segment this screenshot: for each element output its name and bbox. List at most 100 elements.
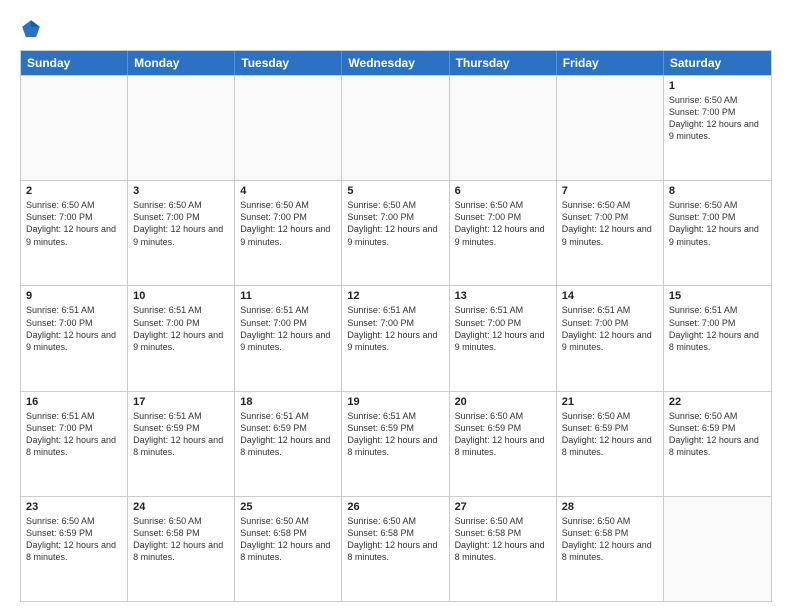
header-day-tuesday: Tuesday: [235, 51, 342, 75]
calendar-row-2: 2 Sunrise: 6:50 AM Sunset: 7:00 PM Daylig…: [21, 180, 771, 285]
cell-info: Sunrise: 6:50 AM Sunset: 6:58 PM Dayligh…: [240, 515, 336, 564]
header-day-saturday: Saturday: [664, 51, 771, 75]
table-row: 25 Sunrise: 6:50 AM Sunset: 6:58 PM Dayli…: [235, 497, 342, 601]
day-number: 28: [562, 501, 658, 513]
day-number: 22: [669, 396, 766, 408]
cell-info: Sunrise: 6:50 AM Sunset: 7:00 PM Dayligh…: [669, 199, 766, 248]
calendar-header: SundayMondayTuesdayWednesdayThursdayFrid…: [21, 51, 771, 75]
header-day-thursday: Thursday: [450, 51, 557, 75]
day-number: 15: [669, 290, 766, 302]
day-number: 2: [26, 185, 122, 197]
day-number: 16: [26, 396, 122, 408]
day-number: 5: [347, 185, 443, 197]
cell-info: Sunrise: 6:50 AM Sunset: 6:59 PM Dayligh…: [669, 410, 766, 459]
cell-info: Sunrise: 6:51 AM Sunset: 6:59 PM Dayligh…: [240, 410, 336, 459]
table-row: 2 Sunrise: 6:50 AM Sunset: 7:00 PM Daylig…: [21, 181, 128, 285]
cell-info: Sunrise: 6:50 AM Sunset: 6:59 PM Dayligh…: [26, 515, 122, 564]
calendar-body: 1 Sunrise: 6:50 AM Sunset: 7:00 PM Daylig…: [21, 75, 771, 601]
header-day-wednesday: Wednesday: [342, 51, 449, 75]
table-row: 26 Sunrise: 6:50 AM Sunset: 6:58 PM Dayli…: [342, 497, 449, 601]
header-day-monday: Monday: [128, 51, 235, 75]
table-row: 14 Sunrise: 6:51 AM Sunset: 7:00 PM Dayli…: [557, 286, 664, 390]
day-number: 24: [133, 501, 229, 513]
table-row: 7 Sunrise: 6:50 AM Sunset: 7:00 PM Daylig…: [557, 181, 664, 285]
table-row: 27 Sunrise: 6:50 AM Sunset: 6:58 PM Dayli…: [450, 497, 557, 601]
table-row: [450, 76, 557, 180]
table-row: 17 Sunrise: 6:51 AM Sunset: 6:59 PM Dayli…: [128, 392, 235, 496]
day-number: 11: [240, 290, 336, 302]
table-row: [235, 76, 342, 180]
cell-info: Sunrise: 6:50 AM Sunset: 7:00 PM Dayligh…: [26, 199, 122, 248]
table-row: 8 Sunrise: 6:50 AM Sunset: 7:00 PM Daylig…: [664, 181, 771, 285]
calendar-row-4: 16 Sunrise: 6:51 AM Sunset: 7:00 PM Dayli…: [21, 391, 771, 496]
table-row: [342, 76, 449, 180]
day-number: 8: [669, 185, 766, 197]
cell-info: Sunrise: 6:50 AM Sunset: 6:59 PM Dayligh…: [455, 410, 551, 459]
day-number: 12: [347, 290, 443, 302]
table-row: 10 Sunrise: 6:51 AM Sunset: 7:00 PM Dayli…: [128, 286, 235, 390]
table-row: 15 Sunrise: 6:51 AM Sunset: 7:00 PM Dayli…: [664, 286, 771, 390]
day-number: 13: [455, 290, 551, 302]
day-number: 17: [133, 396, 229, 408]
cell-info: Sunrise: 6:50 AM Sunset: 6:58 PM Dayligh…: [455, 515, 551, 564]
cell-info: Sunrise: 6:51 AM Sunset: 7:00 PM Dayligh…: [133, 304, 229, 353]
day-number: 10: [133, 290, 229, 302]
table-row: 21Sunrise: 6:50 AM Sunset: 6:59 PM Dayli…: [557, 392, 664, 496]
table-row: [128, 76, 235, 180]
table-row: 16 Sunrise: 6:51 AM Sunset: 7:00 PM Dayli…: [21, 392, 128, 496]
cell-info: Sunrise: 6:50 AM Sunset: 7:00 PM Dayligh…: [133, 199, 229, 248]
table-row: 11 Sunrise: 6:51 AM Sunset: 7:00 PM Dayli…: [235, 286, 342, 390]
cell-info: Sunrise: 6:50 AM Sunset: 7:00 PM Dayligh…: [669, 94, 766, 143]
table-row: 4 Sunrise: 6:50 AM Sunset: 7:00 PM Daylig…: [235, 181, 342, 285]
table-row: 12 Sunrise: 6:51 AM Sunset: 7:00 PM Dayli…: [342, 286, 449, 390]
table-row: [557, 76, 664, 180]
cell-info: Sunrise: 6:50 AM Sunset: 7:00 PM Dayligh…: [455, 199, 551, 248]
table-row: 28 Sunrise: 6:50 AM Sunset: 6:58 PM Dayli…: [557, 497, 664, 601]
table-row: [21, 76, 128, 180]
day-number: 4: [240, 185, 336, 197]
table-row: 3Sunrise: 6:50 AM Sunset: 7:00 PM Daylig…: [128, 181, 235, 285]
calendar-row-3: 9 Sunrise: 6:51 AM Sunset: 7:00 PM Daylig…: [21, 285, 771, 390]
table-row: 9Sunrise: 6:51 AM Sunset: 7:00 PM Daylig…: [21, 286, 128, 390]
cell-info: Sunrise: 6:51 AM Sunset: 6:59 PM Dayligh…: [347, 410, 443, 459]
cell-info: Sunrise: 6:51 AM Sunset: 7:00 PM Dayligh…: [240, 304, 336, 353]
header-day-friday: Friday: [557, 51, 664, 75]
day-number: 14: [562, 290, 658, 302]
table-row: 19 Sunrise: 6:51 AM Sunset: 6:59 PM Dayli…: [342, 392, 449, 496]
day-number: 6: [455, 185, 551, 197]
day-number: 23: [26, 501, 122, 513]
calendar-row-5: 23 Sunrise: 6:50 AM Sunset: 6:59 PM Dayli…: [21, 496, 771, 601]
day-number: 26: [347, 501, 443, 513]
day-number: 20: [455, 396, 551, 408]
table-row: 6 Sunrise: 6:50 AM Sunset: 7:00 PM Daylig…: [450, 181, 557, 285]
day-number: 1: [669, 80, 766, 92]
day-number: 21: [562, 396, 658, 408]
day-number: 9: [26, 290, 122, 302]
day-number: 19: [347, 396, 443, 408]
calendar: SundayMondayTuesdayWednesdayThursdayFrid…: [20, 50, 772, 602]
cell-info: Sunrise: 6:50 AM Sunset: 7:00 PM Dayligh…: [562, 199, 658, 248]
logo-icon: [20, 18, 42, 40]
table-row: 18Sunrise: 6:51 AM Sunset: 6:59 PM Dayli…: [235, 392, 342, 496]
calendar-row-1: 1 Sunrise: 6:50 AM Sunset: 7:00 PM Daylig…: [21, 75, 771, 180]
cell-info: Sunrise: 6:51 AM Sunset: 7:00 PM Dayligh…: [347, 304, 443, 353]
day-number: 27: [455, 501, 551, 513]
day-number: 7: [562, 185, 658, 197]
logo: [20, 18, 46, 40]
cell-info: Sunrise: 6:51 AM Sunset: 7:00 PM Dayligh…: [562, 304, 658, 353]
cell-info: Sunrise: 6:51 AM Sunset: 6:59 PM Dayligh…: [133, 410, 229, 459]
header: [20, 18, 772, 40]
cell-info: Sunrise: 6:50 AM Sunset: 7:00 PM Dayligh…: [240, 199, 336, 248]
header-day-sunday: Sunday: [21, 51, 128, 75]
cell-info: Sunrise: 6:50 AM Sunset: 7:00 PM Dayligh…: [347, 199, 443, 248]
table-row: 23 Sunrise: 6:50 AM Sunset: 6:59 PM Dayli…: [21, 497, 128, 601]
table-row: 1 Sunrise: 6:50 AM Sunset: 7:00 PM Daylig…: [664, 76, 771, 180]
day-number: 25: [240, 501, 336, 513]
cell-info: Sunrise: 6:51 AM Sunset: 7:00 PM Dayligh…: [26, 410, 122, 459]
cell-info: Sunrise: 6:50 AM Sunset: 6:58 PM Dayligh…: [347, 515, 443, 564]
cell-info: Sunrise: 6:50 AM Sunset: 6:58 PM Dayligh…: [562, 515, 658, 564]
table-row: [664, 497, 771, 601]
cell-info: Sunrise: 6:51 AM Sunset: 7:00 PM Dayligh…: [669, 304, 766, 353]
table-row: 24Sunrise: 6:50 AM Sunset: 6:58 PM Dayli…: [128, 497, 235, 601]
page: SundayMondayTuesdayWednesdayThursdayFrid…: [0, 0, 792, 612]
